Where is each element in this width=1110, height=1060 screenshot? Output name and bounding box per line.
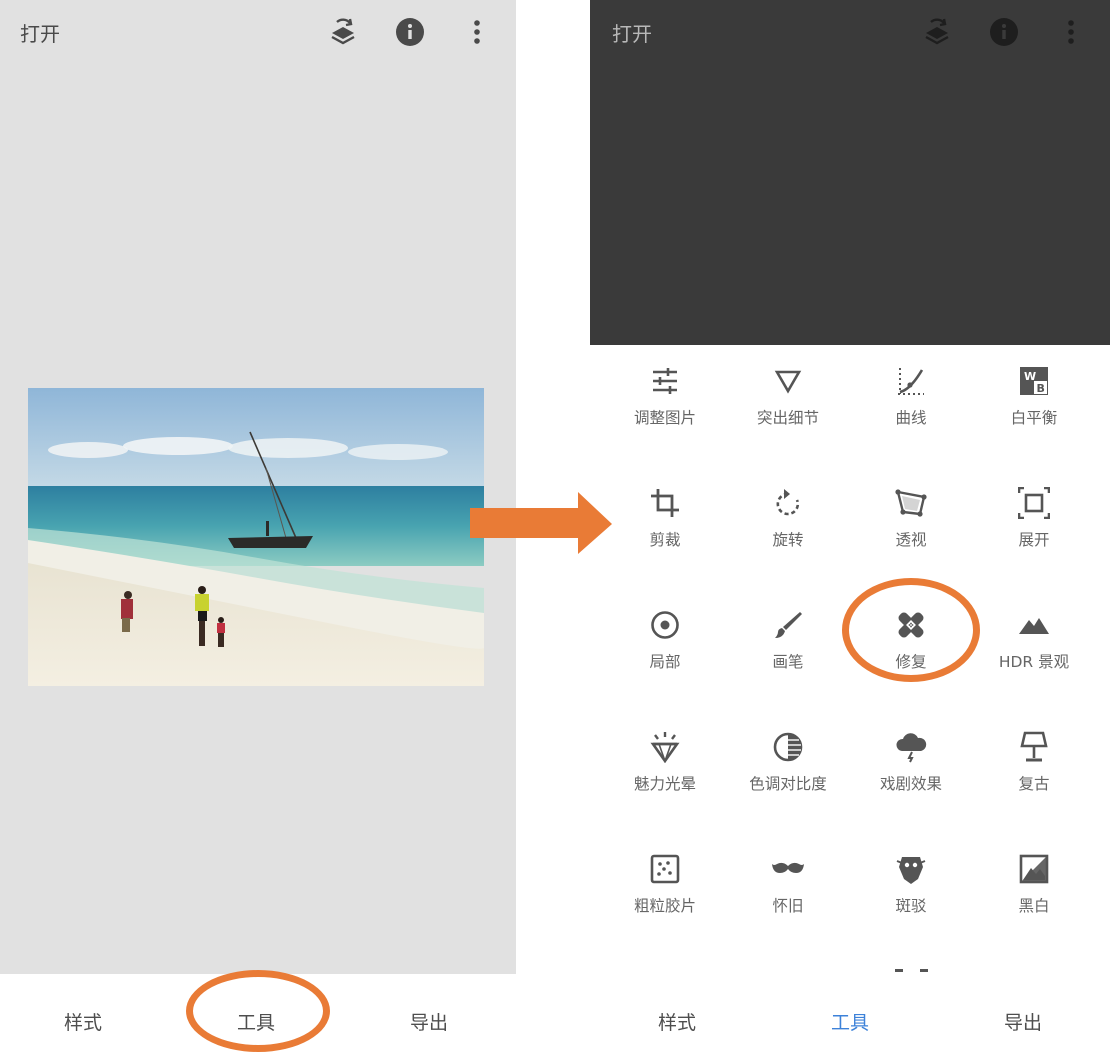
tool-label: 戏剧效果 — [879, 775, 942, 793]
info-icon[interactable] — [392, 14, 428, 50]
tool-grainy-film[interactable]: 粗粒胶片 — [600, 838, 730, 938]
tool-selective[interactable]: 局部 — [600, 594, 730, 694]
more-options-icon[interactable] — [459, 14, 495, 50]
right-screen: 打开 调整图片 突出细节 曲线 W B 白平衡 剪裁 旋转 透视 展开 局部 画… — [590, 0, 1110, 1060]
orange-right-arrow — [470, 492, 612, 560]
tool-label: HDR 景观 — [998, 653, 1070, 671]
grunge-icon — [894, 852, 928, 886]
left-screen: 打开 样式 工具 导出 — [0, 0, 516, 1060]
more-options-icon[interactable] — [1053, 14, 1089, 50]
tool-crop[interactable]: 剪裁 — [600, 472, 730, 572]
tool-perspective[interactable]: 透视 — [846, 472, 976, 572]
brush-icon — [771, 608, 805, 642]
tool-black-white[interactable]: 黑白 — [969, 838, 1099, 938]
tool-label: 画笔 — [772, 653, 804, 671]
tab-styles[interactable]: 样式 — [658, 1008, 696, 1035]
tab-tools[interactable]: 工具 — [831, 1008, 869, 1035]
tool-rotate[interactable]: 旋转 — [723, 472, 853, 572]
tool-label: 斑驳 — [895, 897, 927, 915]
tool-label: 调整图片 — [633, 409, 696, 427]
tools-tab-highlight-circle — [186, 970, 330, 1052]
beach-photo — [28, 388, 484, 686]
expand-icon — [1017, 486, 1051, 520]
tool-label: 局部 — [649, 653, 681, 671]
tool-label: 复古 — [1018, 775, 1050, 793]
tool-label: 魅力光晕 — [633, 775, 696, 793]
tool-curves[interactable]: 曲线 — [846, 350, 976, 450]
perspective-icon — [894, 486, 928, 520]
tool-drama[interactable]: 戏剧效果 — [846, 716, 976, 816]
layers-history-icon[interactable] — [325, 14, 361, 50]
tab-styles[interactable]: 样式 — [64, 1008, 102, 1035]
svg-text:B: B — [1037, 382, 1045, 395]
tool-retrolux[interactable]: 怀旧 — [723, 838, 853, 938]
layers-history-icon[interactable] — [919, 14, 955, 50]
bottom-tab-bar: 样式 工具 导出 — [590, 974, 1110, 1060]
tool-tonal-contrast[interactable]: 色调对比度 — [723, 716, 853, 816]
info-icon[interactable] — [986, 14, 1022, 50]
tool-label: 透视 — [895, 531, 927, 549]
tool-tune-image[interactable]: 调整图片 — [600, 350, 730, 450]
tool-label: 粗粒胶片 — [633, 897, 696, 915]
rotate-icon — [771, 486, 805, 520]
scroll-indicator-dash — [920, 969, 928, 972]
top-app-bar: 打开 — [590, 0, 1110, 64]
open-button[interactable]: 打开 — [612, 18, 652, 47]
tool-glamour-glow[interactable]: 魅力光晕 — [600, 716, 730, 816]
tool-label: 旋转 — [772, 531, 804, 549]
tool-label: 黑白 — [1018, 897, 1050, 915]
white-balance-icon: W B — [1017, 364, 1051, 398]
hdr-mountain-icon — [1017, 608, 1051, 642]
glamour-glow-icon — [648, 730, 682, 764]
grainy-film-icon — [648, 852, 682, 886]
tool-brush[interactable]: 画笔 — [723, 594, 853, 694]
black-white-icon — [1017, 852, 1051, 886]
drama-cloud-icon — [894, 730, 928, 764]
healing-tool-highlight-circle — [842, 578, 980, 682]
tool-label: 白平衡 — [1010, 409, 1058, 427]
tool-label: 曲线 — [895, 409, 927, 427]
tonal-contrast-icon — [771, 730, 805, 764]
curves-icon — [894, 364, 928, 398]
top-app-bar: 打开 — [0, 0, 516, 64]
tool-label: 剪裁 — [649, 531, 681, 549]
tab-export[interactable]: 导出 — [410, 1008, 448, 1035]
tune-sliders-icon — [648, 364, 682, 398]
tool-label: 展开 — [1018, 531, 1050, 549]
tool-vintage[interactable]: 复古 — [969, 716, 1099, 816]
tab-export[interactable]: 导出 — [1004, 1008, 1042, 1035]
tool-expand[interactable]: 展开 — [969, 472, 1099, 572]
open-button[interactable]: 打开 — [20, 18, 60, 47]
tool-white-balance[interactable]: W B 白平衡 — [969, 350, 1099, 450]
crop-icon — [648, 486, 682, 520]
tool-label: 突出细节 — [756, 409, 819, 427]
tool-label: 怀旧 — [772, 897, 804, 915]
vintage-lamp-icon — [1017, 730, 1051, 764]
details-triangle-icon — [771, 364, 805, 398]
tool-grunge[interactable]: 斑驳 — [846, 838, 976, 938]
scroll-indicator-dash — [895, 969, 903, 972]
selective-icon — [648, 608, 682, 642]
retrolux-mustache-icon — [771, 852, 805, 886]
tool-label: 色调对比度 — [749, 775, 827, 793]
tool-details[interactable]: 突出细节 — [723, 350, 853, 450]
tool-hdr-scape[interactable]: HDR 景观 — [969, 594, 1099, 694]
